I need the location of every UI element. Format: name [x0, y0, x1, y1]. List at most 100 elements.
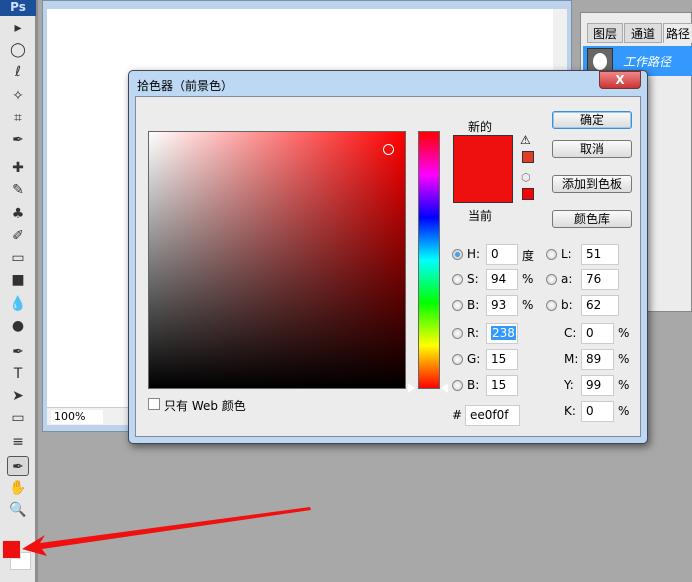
gamut-color-swatch[interactable] [522, 151, 534, 163]
type-tool-icon[interactable]: T [7, 364, 29, 384]
radio-R[interactable] [452, 328, 463, 339]
dialog-body: 只有 Web 颜色 新的 当前 ⚠ ⬡ 确定 取消 添加到色板 颜色库 H: 0… [135, 96, 641, 437]
gradient-tool-icon[interactable]: ■ [7, 270, 29, 290]
tab-channels[interactable]: 通道 [624, 23, 662, 43]
stamp-tool-icon[interactable]: ♣ [7, 204, 29, 224]
field-G[interactable]: 15 [486, 349, 518, 370]
radio-b[interactable] [546, 300, 557, 311]
unit-S: % [522, 272, 534, 286]
notes-tool-icon[interactable]: ≡ [7, 432, 29, 452]
label-R: R: [467, 326, 480, 340]
healing-tool-icon[interactable]: ✚ [7, 158, 29, 178]
field-value: 93 [491, 298, 507, 312]
hex-field[interactable]: ee0f0f [465, 405, 520, 426]
pen-tool-icon[interactable]: ✒ [7, 342, 29, 362]
path-name: 工作路径 [623, 55, 672, 69]
label-a: a: [561, 272, 573, 286]
ps-logo: Ps [0, 0, 36, 16]
marquee-tool-icon[interactable]: ◯ [7, 40, 29, 60]
color-marker[interactable] [383, 144, 394, 155]
field-value: 94 [491, 272, 507, 286]
dialog-title: 拾色器（前景色） [137, 79, 234, 93]
unit-M: % [618, 352, 630, 366]
field-value: 15 [491, 378, 507, 392]
field-K[interactable]: 0 [581, 401, 614, 422]
saturation-brightness-field[interactable] [148, 131, 406, 389]
label-Bl: B: [467, 378, 480, 392]
radio-S[interactable] [452, 274, 463, 285]
gamut-warning-icon[interactable]: ⚠ [520, 133, 531, 147]
label-G: G: [467, 352, 481, 366]
web-safe-color-swatch[interactable] [522, 188, 534, 200]
current-label: 当前 [468, 209, 493, 223]
foreground-color-swatch[interactable] [2, 540, 21, 559]
color-libraries-button[interactable]: 颜色库 [552, 210, 632, 228]
hex-label: # [452, 408, 463, 422]
field-B[interactable]: 93 [486, 295, 518, 316]
brush-tool-icon[interactable]: ✎ [7, 180, 29, 200]
crop-tool-icon[interactable]: ⌗ [7, 108, 29, 128]
history-brush-tool-icon[interactable]: ✐ [7, 226, 29, 246]
field-L[interactable]: 51 [581, 244, 619, 265]
field-b[interactable]: 62 [581, 295, 619, 316]
shape-tool-icon[interactable]: ▭ [7, 408, 29, 428]
eraser-tool-icon[interactable]: ▭ [7, 248, 29, 268]
unit-K: % [618, 404, 630, 418]
zoom-level-field[interactable]: 100% [51, 410, 103, 424]
label-b: b: [561, 298, 573, 312]
label-L: L: [561, 247, 572, 261]
zoom-tool-icon[interactable]: 🔍 [7, 500, 29, 520]
field-M[interactable]: 89 [581, 349, 614, 370]
hue-slider[interactable] [418, 131, 440, 389]
field-Bl[interactable]: 15 [486, 375, 518, 396]
new-label: 新的 [468, 120, 493, 134]
color-picker-dialog: 拾色器（前景色） X 只有 Web 颜色 新的 当前 ⚠ ⬡ 确定 取消 添加到… [128, 70, 648, 444]
hand-tool-icon[interactable]: ✋ [7, 478, 29, 498]
ok-button[interactable]: 确定 [552, 111, 632, 129]
field-value: 15 [491, 352, 507, 366]
radio-L[interactable] [546, 249, 557, 260]
unit-C: % [618, 326, 630, 340]
unit-B: % [522, 298, 534, 312]
radio-H[interactable] [452, 249, 463, 260]
label-K: K: [564, 404, 576, 418]
blur-tool-icon[interactable]: 💧 [7, 294, 29, 314]
field-S[interactable]: 94 [486, 269, 518, 290]
add-to-swatches-button[interactable]: 添加到色板 [552, 175, 632, 193]
tab-paths[interactable]: 路径 [663, 23, 692, 43]
cancel-button[interactable]: 取消 [552, 140, 632, 158]
radio-G[interactable] [452, 354, 463, 365]
path-select-tool-icon[interactable]: ➤ [7, 386, 29, 406]
label-Y: Y: [564, 378, 574, 392]
radio-a[interactable] [546, 274, 557, 285]
field-value: 238 [491, 326, 516, 340]
label-M: M: [564, 352, 579, 366]
field-a[interactable]: 76 [581, 269, 619, 290]
label-H: H: [467, 247, 481, 261]
lasso-tool-icon[interactable]: ℓ [7, 62, 29, 82]
hue-slider-left-handle[interactable] [408, 383, 415, 393]
field-R[interactable]: 238 [486, 323, 518, 344]
close-button[interactable]: X [599, 71, 641, 89]
radio-B[interactable] [452, 300, 463, 311]
eyedropper-tool-icon[interactable]: ✒ [7, 130, 29, 150]
web-safe-cube-icon[interactable]: ⬡ [521, 171, 531, 184]
label-C: C: [564, 326, 577, 340]
field-value: 0 [491, 247, 499, 261]
unit-H: 度 [522, 249, 535, 263]
new-current-swatch [453, 135, 513, 203]
tab-layers[interactable]: 图层 [587, 23, 623, 43]
web-only-checkbox[interactable] [148, 398, 160, 410]
label-S: S: [467, 272, 479, 286]
web-only-label: 只有 Web 颜色 [164, 399, 246, 413]
move-tool-icon[interactable]: ▸ [7, 18, 29, 38]
magic-wand-tool-icon[interactable]: ✧ [7, 86, 29, 106]
radio-Bl[interactable] [452, 380, 463, 391]
unit-Y: % [618, 378, 630, 392]
field-Y[interactable]: 99 [581, 375, 614, 396]
field-H[interactable]: 0 [486, 244, 518, 265]
eyedropper-active-tool-icon[interactable]: ✒ [7, 456, 29, 476]
field-C[interactable]: 0 [581, 323, 614, 344]
hue-slider-right-handle[interactable] [441, 383, 448, 393]
dodge-tool-icon[interactable]: ● [7, 316, 29, 336]
